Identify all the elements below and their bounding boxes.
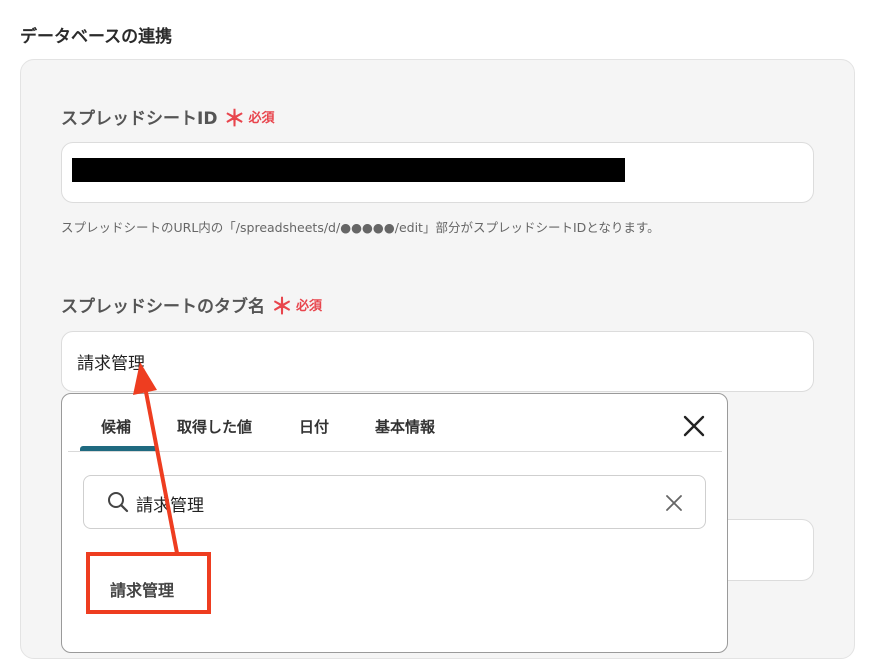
spreadsheet-id-label: スプレッドシートID ＊ 必須 — [61, 104, 275, 132]
search-input[interactable] — [136, 490, 636, 516]
search-field[interactable] — [83, 475, 706, 529]
redacted-value — [72, 158, 625, 182]
tab-name-value: 請求管理 — [77, 354, 145, 374]
clear-search-icon[interactable] — [665, 494, 683, 512]
tab-name-label: スプレッドシートのタブ名 ＊ 必須 — [61, 292, 323, 320]
suggestion-popover: 候補 取得した値 日付 基本情報 請求管理 — [61, 393, 728, 653]
spreadsheet-id-label-text: スプレッドシートID — [61, 109, 218, 129]
spreadsheet-id-helper: スプレッドシートのURL内の「/spreadsheets/d/●●●●●/edi… — [61, 220, 660, 235]
section-title: データベースの連携 — [20, 27, 173, 47]
tab-name-input[interactable]: 請求管理 — [61, 331, 814, 392]
annotation-highlight-box — [86, 552, 211, 614]
popover-tabs: 候補 取得した値 日付 基本情報 — [62, 394, 727, 452]
required-badge: 必須 — [248, 111, 275, 126]
required-badge: 必須 — [296, 299, 323, 314]
tab-dates[interactable]: 日付 — [299, 416, 329, 437]
required-asterisk-icon: ＊ — [271, 294, 294, 320]
search-icon — [106, 490, 130, 514]
tab-candidates[interactable]: 候補 — [101, 416, 131, 437]
tab-name-label-text: スプレッドシートのタブ名 — [61, 297, 265, 317]
spreadsheet-id-input[interactable] — [61, 142, 814, 203]
tab-basic-info[interactable]: 基本情報 — [375, 416, 435, 437]
close-icon[interactable] — [682, 414, 706, 438]
tabs-divider — [68, 451, 722, 452]
tab-fetched-values[interactable]: 取得した値 — [177, 416, 252, 437]
required-asterisk-icon: ＊ — [223, 106, 246, 132]
